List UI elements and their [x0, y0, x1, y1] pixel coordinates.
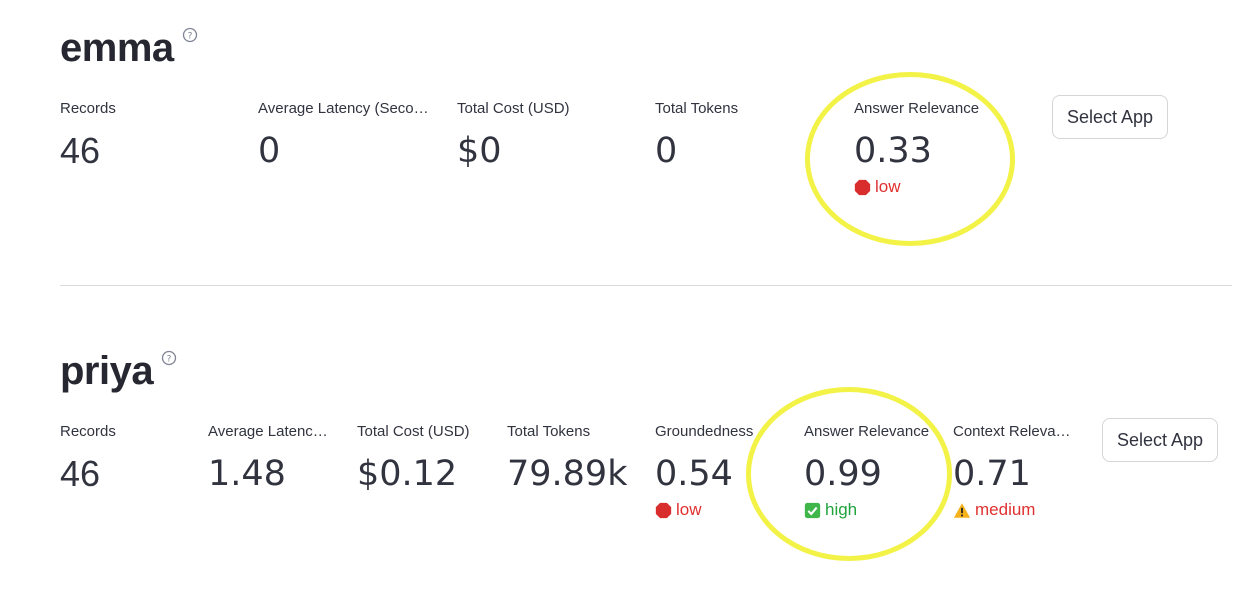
- metric-value: 0.54: [655, 454, 733, 494]
- metric-records: Records 46: [60, 99, 240, 173]
- metric-delta: low: [854, 177, 1034, 197]
- metric-value: $0: [457, 131, 502, 171]
- metric-groundedness: Groundedness 0.54 low: [655, 422, 765, 520]
- metric-delta: medium: [953, 500, 1081, 520]
- warning-icon: [953, 502, 971, 519]
- metric-value: 0.33: [854, 131, 932, 171]
- metric-label: Total Tokens: [507, 423, 591, 440]
- metric-label: Answer Relevance: [804, 423, 930, 440]
- stop-sign-icon: [655, 502, 672, 519]
- help-icon[interactable]: ?: [161, 350, 177, 366]
- metric-label: Groundedness: [655, 423, 754, 440]
- metric-value: 0.99: [804, 454, 882, 494]
- delta-text: medium: [975, 500, 1036, 519]
- metric-label: Total Cost (USD): [457, 100, 570, 117]
- help-icon[interactable]: ?: [182, 27, 198, 43]
- metric-label: Answer Relevance: [854, 100, 980, 117]
- metric-label: Average Latency (Seco…: [258, 100, 429, 117]
- metric-value: 79.89k: [507, 454, 628, 494]
- metric-records: Records 46: [60, 422, 190, 496]
- app-title: priya ?: [60, 349, 177, 394]
- metric-value: 1.48: [208, 454, 286, 494]
- app-name: emma: [60, 26, 174, 70]
- metric-value: 46: [60, 130, 101, 171]
- metric-label: Total Cost (USD): [357, 423, 470, 440]
- metric-label: Records: [60, 100, 116, 117]
- divider: [60, 285, 1232, 286]
- metric-value: 0: [655, 131, 678, 171]
- metric-label: Average Latenc…: [208, 423, 328, 440]
- metric-label: Records: [60, 423, 116, 440]
- metric-value: 46: [60, 453, 101, 494]
- metric-label: Context Releva…: [953, 423, 1071, 440]
- metric-value: 0: [258, 131, 281, 171]
- metric-context-relevance: Context Releva… 0.71 medium: [953, 422, 1081, 520]
- metric-delta: high: [804, 500, 939, 520]
- metric-total-cost: Total Cost (USD) $0.12: [357, 422, 489, 496]
- metric-answer-relevance: Answer Relevance 0.99 high: [804, 422, 939, 520]
- metric-total-cost: Total Cost (USD) $0: [457, 99, 637, 173]
- stop-sign-icon: [854, 179, 871, 196]
- app-title: emma ?: [60, 26, 198, 71]
- metric-value: 0.71: [953, 454, 1031, 494]
- delta-text: low: [676, 500, 702, 519]
- metric-total-tokens: Total Tokens 79.89k: [507, 422, 647, 496]
- metric-value: $0.12: [357, 454, 458, 494]
- select-app-button[interactable]: Select App: [1052, 95, 1169, 139]
- delta-text: high: [825, 500, 858, 519]
- metric-total-tokens: Total Tokens 0: [655, 99, 835, 173]
- delta-text: low: [875, 177, 901, 196]
- metric-delta: low: [655, 500, 765, 520]
- metric-average-latency: Average Latency (Seco… 0: [258, 99, 438, 173]
- svg-text:?: ?: [167, 355, 172, 365]
- svg-text:?: ?: [187, 32, 192, 42]
- app-name: priya: [60, 349, 154, 393]
- select-app-button[interactable]: Select App: [1102, 418, 1219, 462]
- metric-average-latency: Average Latenc… 1.48: [208, 422, 338, 496]
- metric-answer-relevance: Answer Relevance 0.33 low: [854, 99, 1034, 197]
- metric-label: Total Tokens: [655, 100, 739, 117]
- check-box-icon: [804, 502, 821, 519]
